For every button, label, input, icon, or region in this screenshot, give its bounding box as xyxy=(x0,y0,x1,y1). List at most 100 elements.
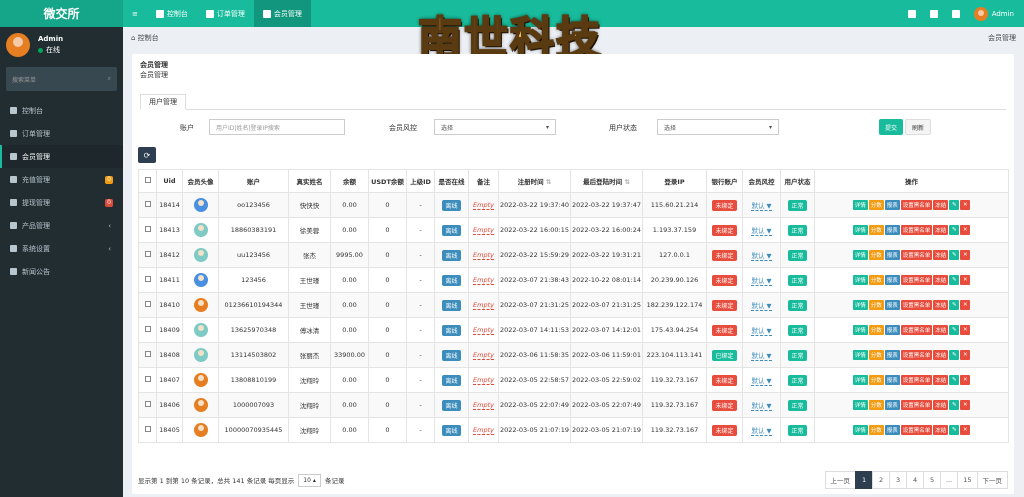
row-checkbox-cell[interactable] xyxy=(138,317,157,343)
risk-dropdown[interactable]: 默认 ▼ xyxy=(751,352,772,361)
status-select[interactable]: 选择 ▾ xyxy=(657,119,779,135)
sort-icon[interactable]: ⇅ xyxy=(544,178,551,186)
sidebar-item-1[interactable]: 订单管理 xyxy=(0,122,123,145)
action-score-button[interactable]: 分数 xyxy=(868,200,884,210)
action-detail-button[interactable]: 详情 xyxy=(852,225,868,235)
note-editable[interactable]: Empty xyxy=(473,326,494,335)
edit-icon[interactable]: ✎ xyxy=(949,275,960,285)
action-blacklist-button[interactable]: 设置黑名单 xyxy=(900,250,933,260)
note-editable[interactable]: Empty xyxy=(473,401,494,410)
action-report-button[interactable]: 报表 xyxy=(884,425,900,435)
edit-icon[interactable]: ✎ xyxy=(949,300,960,310)
tab-user-management[interactable]: 用户管理 xyxy=(140,94,186,110)
delete-icon[interactable]: ✕ xyxy=(960,300,971,310)
action-detail-button[interactable]: 详情 xyxy=(852,400,868,410)
sidebar-item-3[interactable]: 充值管理 0 xyxy=(0,168,123,191)
row-checkbox-cell[interactable] xyxy=(138,417,157,443)
row-checkbox[interactable] xyxy=(144,201,151,207)
page-link[interactable]: 3 xyxy=(889,471,908,489)
submit-button[interactable]: 提交 xyxy=(879,119,904,135)
action-freeze-button[interactable]: 冻结 xyxy=(933,200,949,210)
edit-icon[interactable]: ✎ xyxy=(949,325,960,335)
row-checkbox[interactable] xyxy=(144,301,151,307)
action-freeze-button[interactable]: 冻结 xyxy=(933,275,949,285)
action-blacklist-button[interactable]: 设置黑名单 xyxy=(900,425,933,435)
risk-dropdown[interactable]: 默认 ▼ xyxy=(751,427,772,436)
delete-icon[interactable]: ✕ xyxy=(960,425,971,435)
action-blacklist-button[interactable]: 设置黑名单 xyxy=(900,375,933,385)
action-blacklist-button[interactable]: 设置黑名单 xyxy=(900,400,933,410)
risk-select[interactable]: 选择 ▾ xyxy=(434,119,556,135)
breadcrumb-home[interactable]: ⌂ 控制台 xyxy=(131,33,159,43)
action-blacklist-button[interactable]: 设置黑名单 xyxy=(900,350,933,360)
row-checkbox[interactable] xyxy=(144,326,151,332)
edit-icon[interactable]: ✎ xyxy=(949,400,960,410)
note-editable[interactable]: Empty xyxy=(473,251,494,260)
delete-icon[interactable]: ✕ xyxy=(960,375,971,385)
action-report-button[interactable]: 报表 xyxy=(884,400,900,410)
risk-dropdown[interactable]: 默认 ▼ xyxy=(751,202,772,211)
delete-icon[interactable]: ✕ xyxy=(960,200,971,210)
action-score-button[interactable]: 分数 xyxy=(868,400,884,410)
risk-dropdown[interactable]: 默认 ▼ xyxy=(751,227,772,236)
account-search-input[interactable]: 用户ID|姓名|登录IP搜索 xyxy=(209,119,345,135)
user-menu[interactable]: Admin xyxy=(973,6,1014,21)
fullscreen-icon[interactable] xyxy=(951,9,960,18)
row-checkbox[interactable] xyxy=(144,376,151,382)
action-freeze-button[interactable]: 冻结 xyxy=(933,225,949,235)
page-link[interactable]: 2 xyxy=(872,471,891,489)
edit-icon[interactable]: ✎ xyxy=(949,350,960,360)
edit-icon[interactable]: ✎ xyxy=(949,375,960,385)
action-detail-button[interactable]: 详情 xyxy=(852,350,868,360)
risk-dropdown[interactable]: 默认 ▼ xyxy=(751,302,772,311)
edit-icon[interactable]: ✎ xyxy=(949,200,960,210)
sidebar-search-input[interactable]: 搜索菜单 ⌕ xyxy=(6,67,117,91)
delete-icon[interactable]: ✕ xyxy=(960,325,971,335)
action-score-button[interactable]: 分数 xyxy=(868,275,884,285)
row-checkbox[interactable] xyxy=(144,351,151,357)
note-editable[interactable]: Empty xyxy=(473,351,494,360)
action-detail-button[interactable]: 详情 xyxy=(852,275,868,285)
risk-dropdown[interactable]: 默认 ▼ xyxy=(751,327,772,336)
action-report-button[interactable]: 报表 xyxy=(884,225,900,235)
brand-logo[interactable]: 微交所 xyxy=(0,0,123,27)
delete-icon[interactable]: ✕ xyxy=(960,225,971,235)
sidebar-item-4[interactable]: 提现管理 0 xyxy=(0,191,123,214)
home-icon[interactable] xyxy=(907,9,916,18)
action-detail-button[interactable]: 详情 xyxy=(852,300,868,310)
note-editable[interactable]: Empty xyxy=(473,376,494,385)
sidebar-item-2[interactable]: 会员管理 xyxy=(0,145,123,168)
page-link[interactable]: 下一页 xyxy=(976,471,1008,489)
top-nav-3[interactable]: 会员管理 xyxy=(253,0,311,27)
action-report-button[interactable]: 报表 xyxy=(884,325,900,335)
page-link[interactable]: 上一页 xyxy=(824,471,857,489)
row-checkbox[interactable] xyxy=(144,276,151,282)
column-header[interactable] xyxy=(138,169,157,193)
page-link[interactable]: 5 xyxy=(923,471,942,489)
action-detail-button[interactable]: 详情 xyxy=(852,325,868,335)
action-report-button[interactable]: 报表 xyxy=(884,250,900,260)
row-checkbox-cell[interactable] xyxy=(138,242,157,268)
note-editable[interactable]: Empty xyxy=(473,226,494,235)
page-link[interactable]: 1 xyxy=(855,471,874,489)
row-checkbox-cell[interactable] xyxy=(138,392,157,418)
note-editable[interactable]: Empty xyxy=(473,201,494,210)
action-detail-button[interactable]: 详情 xyxy=(852,200,868,210)
row-checkbox-cell[interactable] xyxy=(138,217,157,243)
delete-icon[interactable]: ✕ xyxy=(960,250,971,260)
row-checkbox-cell[interactable] xyxy=(138,342,157,368)
sidebar-item-0[interactable]: 控制台 xyxy=(0,99,123,122)
action-blacklist-button[interactable]: 设置黑名单 xyxy=(900,325,933,335)
edit-icon[interactable]: ✎ xyxy=(949,250,960,260)
action-blacklist-button[interactable]: 设置黑名单 xyxy=(900,300,933,310)
delete-icon[interactable]: ✕ xyxy=(960,400,971,410)
action-report-button[interactable]: 报表 xyxy=(884,300,900,310)
action-score-button[interactable]: 分数 xyxy=(868,375,884,385)
action-freeze-button[interactable]: 冻结 xyxy=(933,350,949,360)
sort-icon[interactable]: ⇅ xyxy=(622,178,629,186)
row-checkbox-cell[interactable] xyxy=(138,292,157,318)
action-freeze-button[interactable]: 冻结 xyxy=(933,325,949,335)
action-score-button[interactable]: 分数 xyxy=(868,350,884,360)
row-checkbox[interactable] xyxy=(144,251,151,257)
action-detail-button[interactable]: 详情 xyxy=(852,250,868,260)
